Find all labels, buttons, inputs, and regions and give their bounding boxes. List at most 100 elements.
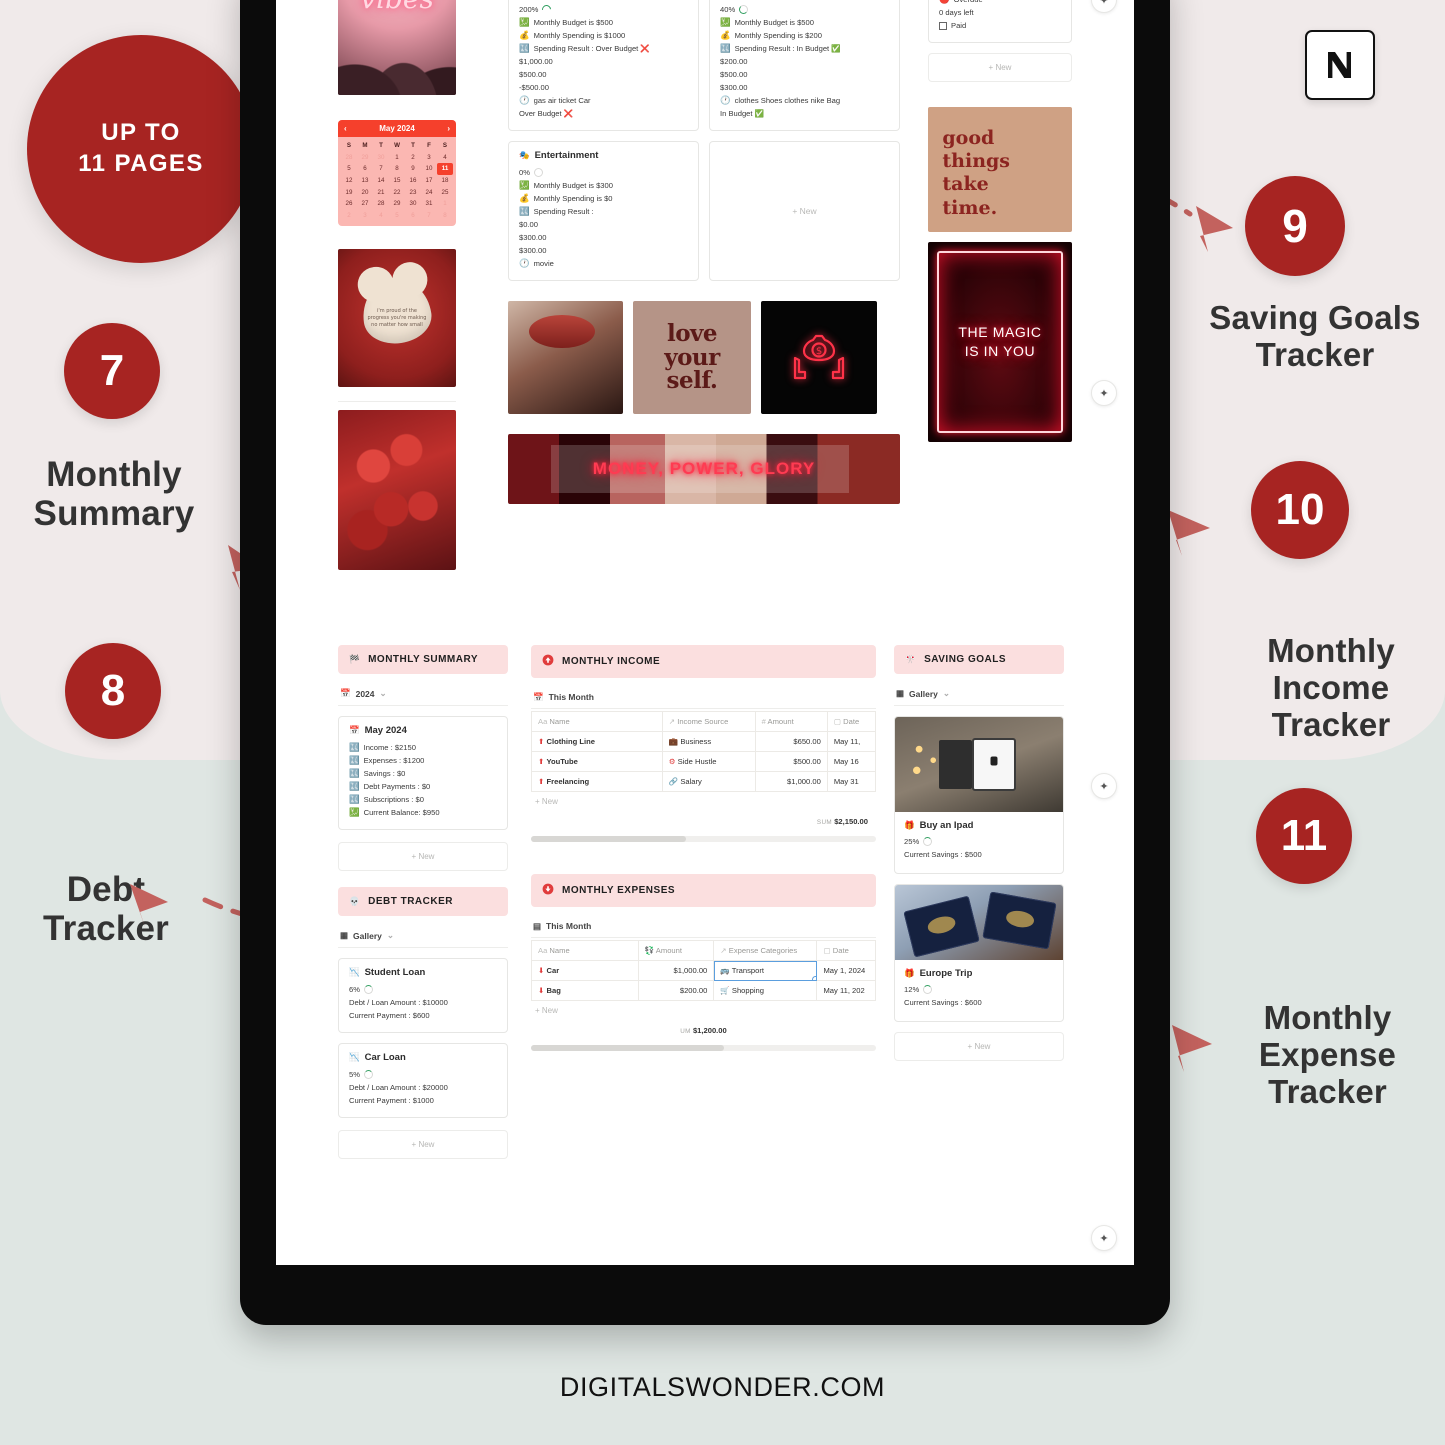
calendar-prev-icon[interactable]: ‹ — [344, 124, 347, 133]
budget-card-transport[interactable]: 🚌 Transport 200% 💹Monthly Budget is $500… — [508, 0, 699, 131]
calendar-day[interactable]: 20 — [357, 186, 373, 198]
cell-amount[interactable]: $1,000.00 — [637, 960, 715, 981]
saving-goal-card-ipad[interactable]: 🎁 Buy an Ipad 25% Current Savings : $500 — [894, 716, 1064, 874]
col-income-source[interactable]: ↗ Income Source — [661, 711, 756, 732]
calendar-day[interactable]: 4 — [437, 152, 453, 164]
calendar-day[interactable]: 24 — [421, 186, 437, 198]
calendar-day[interactable]: 12 — [341, 175, 357, 187]
cell-date[interactable]: May 11, 202 — [816, 980, 876, 1001]
calendar-day[interactable]: 28 — [373, 198, 389, 210]
cell-date[interactable]: May 11, — [826, 731, 877, 752]
chevron-down-icon[interactable]: ⌄ — [943, 688, 950, 699]
saving-goal-card-europe[interactable]: 🎁 Europe Trip 12% Current Savings : $600 — [894, 884, 1064, 1022]
col-amount[interactable]: 💱 Amount — [637, 940, 715, 961]
cell-category-selected[interactable]: 🚌 Transport — [713, 960, 818, 981]
cell-amount[interactable]: $500.00 — [754, 751, 828, 772]
calendar-day[interactable]: 25 — [437, 186, 453, 198]
calendar-day[interactable]: 29 — [389, 198, 405, 210]
bill-paid-checkbox[interactable]: Paid — [939, 21, 1061, 30]
checkbox-icon[interactable] — [939, 21, 947, 30]
ai-assist-button-4[interactable]: ✦ — [1091, 1225, 1117, 1251]
chevron-down-icon[interactable]: ⌄ — [387, 930, 394, 941]
calendar-day[interactable]: 29 — [357, 152, 373, 164]
income-new-row[interactable]: + New — [531, 792, 876, 811]
calendar-day[interactable]: 10 — [421, 163, 437, 175]
cell-source[interactable]: 💼 Business — [661, 731, 756, 752]
calendar-day[interactable]: 15 — [389, 175, 405, 187]
view-tab-this-month-income[interactable]: 📅 This Month — [531, 686, 876, 709]
calendar-day[interactable]: 18 — [437, 175, 453, 187]
calendar-day[interactable]: 1 — [437, 198, 453, 210]
calendar-day[interactable]: 28 — [341, 152, 357, 164]
calendar-day[interactable]: 8 — [437, 210, 453, 222]
calendar-day[interactable]: 27 — [357, 198, 373, 210]
table-row[interactable]: ⬆ YouTube ⚙ Side Hustle $500.00 May 16 — [531, 751, 877, 772]
calendar-day[interactable]: 4 — [373, 210, 389, 222]
calendar-grid[interactable]: S M T W T F S 28 29 30 1 2 3 4 5 6 7 8 9 10 11 12 13 14 15 16 17 18… — [338, 137, 456, 226]
col-amount[interactable]: # Amount — [754, 711, 828, 732]
cell-name[interactable]: ⬇ Bag — [531, 980, 639, 1001]
calendar-day[interactable]: 30 — [373, 152, 389, 164]
summary-new-button[interactable]: + New — [338, 842, 508, 871]
cell-date[interactable]: May 16 — [826, 751, 877, 772]
calendar-day[interactable]: 7 — [421, 210, 437, 222]
ai-assist-button-3[interactable]: ✦ — [1091, 773, 1117, 799]
saving-goals-new-button[interactable]: + New — [894, 1032, 1064, 1061]
cell-source[interactable]: ⚙ Side Hustle — [661, 751, 756, 772]
cell-amount[interactable]: $200.00 — [637, 980, 715, 1001]
chevron-down-icon[interactable]: ⌄ — [380, 688, 387, 699]
calendar-next-icon[interactable]: › — [447, 124, 450, 133]
ai-assist-button-2[interactable]: ✦ — [1091, 380, 1117, 406]
calendar-day[interactable]: 23 — [405, 186, 421, 198]
budget-card-shopping[interactable]: 🛒 Shopping 40% 💹Monthly Budget is $500 💰… — [709, 0, 900, 131]
income-horizontal-scrollbar[interactable] — [531, 836, 876, 842]
calendar-day[interactable]: 21 — [373, 186, 389, 198]
calendar-day[interactable]: 22 — [389, 186, 405, 198]
table-monthly-income[interactable]: Aa Name ↗ Income Source # Amount ▢ Date … — [531, 711, 877, 792]
calendar-day[interactable]: 26 — [341, 198, 357, 210]
calendar-day[interactable]: 1 — [389, 152, 405, 164]
col-name[interactable]: Aa Name — [531, 940, 639, 961]
col-date[interactable]: ▢ Date — [826, 711, 877, 732]
calendar-day[interactable]: 7 — [373, 163, 389, 175]
debt-new-button[interactable]: + New — [338, 1130, 508, 1159]
budget-card-entertainment[interactable]: 🎭 Entertainment 0% 💹 Monthly Budget is $3… — [508, 141, 699, 281]
cell-date[interactable]: May 1, 2024 — [816, 960, 876, 981]
calendar-day[interactable]: 5 — [389, 210, 405, 222]
calendar-day[interactable]: 16 — [405, 175, 421, 187]
calendar-day[interactable]: 6 — [405, 210, 421, 222]
calendar-day[interactable]: 30 — [405, 198, 421, 210]
cell-amount[interactable]: $1,000.00 — [754, 771, 828, 792]
cell-name[interactable]: ⬆ YouTube — [531, 751, 663, 772]
cell-category[interactable]: 🛒 Shopping — [713, 980, 818, 1001]
cell-source[interactable]: 🔗 Salary — [661, 771, 756, 792]
budget-card-new-button[interactable]: + New — [709, 141, 900, 281]
summary-card-may[interactable]: 📅 May 2024 🔣 Income : $2150 🔣 Expenses : $… — [338, 716, 508, 830]
cell-name[interactable]: ⬆ Clothing Line — [531, 731, 663, 752]
cell-date[interactable]: May 31 — [826, 771, 877, 792]
calendar-day[interactable]: 13 — [357, 175, 373, 187]
calendar-day[interactable]: 3 — [421, 152, 437, 164]
calendar-day[interactable]: 8 — [389, 163, 405, 175]
table-monthly-expenses[interactable]: Aa Name 💱 Amount ↗ Expense Categories ▢ … — [531, 940, 876, 1001]
table-row[interactable]: ⬇ Bag $200.00 🛒 Shopping May 11, 202 — [531, 980, 876, 1001]
debt-card-student-loan[interactable]: 📉 Student Loan 6% Debt / Loan Amount : $… — [338, 958, 508, 1033]
calendar-day[interactable]: 2 — [405, 152, 421, 164]
view-tab-this-month-expenses[interactable]: ▤ This Month — [531, 915, 876, 938]
debt-card-car-loan[interactable]: 📉 Car Loan 5% Debt / Loan Amount : $2000… — [338, 1043, 508, 1118]
calendar-day[interactable]: 14 — [373, 175, 389, 187]
calendar-day[interactable]: 9 — [405, 163, 421, 175]
calendar-day[interactable]: 31 — [421, 198, 437, 210]
calendar-day[interactable]: 17 — [421, 175, 437, 187]
view-tab-gallery-debt[interactable]: ▦ Gallery ⌄ — [338, 924, 508, 948]
table-row[interactable]: ⬇ Car $1,000.00 🚌 Transport May 1, 2024 — [531, 960, 876, 981]
calendar-day[interactable]: 6 — [357, 163, 373, 175]
bill-card-credit-card[interactable]: 💀 Credit Card March 31, 2024 🔴Overdue 0 … — [928, 0, 1072, 43]
cell-name[interactable]: ⬇ Car — [531, 960, 639, 981]
cell-name[interactable]: ⬆ Freelancing — [531, 771, 663, 792]
calendar-day[interactable]: 19 — [341, 186, 357, 198]
expenses-horizontal-scrollbar[interactable] — [531, 1045, 876, 1051]
col-date[interactable]: ▢ Date — [816, 940, 876, 961]
view-tab-year[interactable]: 📅 2024 ⌄ — [338, 682, 508, 706]
calendar-day-today[interactable]: 11 — [437, 163, 453, 175]
